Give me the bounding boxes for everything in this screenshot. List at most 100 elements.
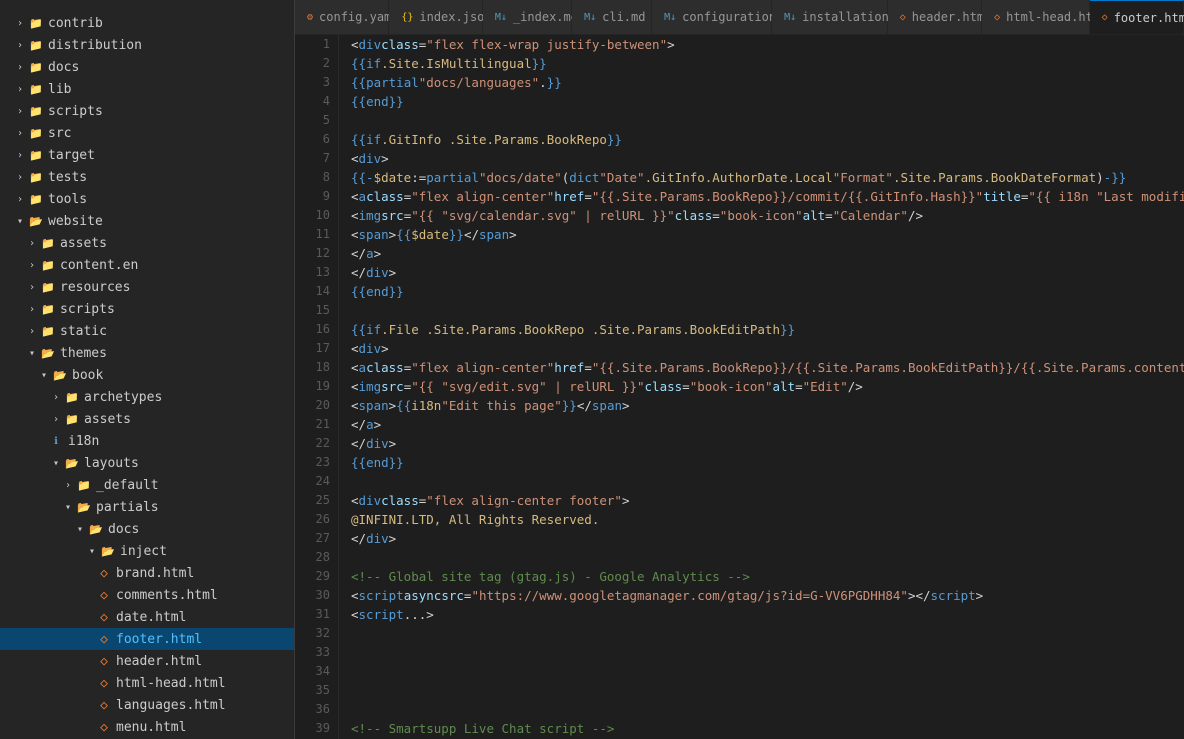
line-number: 23 <box>295 453 330 472</box>
item-label: website <box>48 214 103 229</box>
item-label: html-head.html <box>116 676 226 691</box>
item-label: scripts <box>60 302 115 317</box>
tabs-bar[interactable]: ⚙config.yaml×{}index.json×M↓_index.md×M↓… <box>295 0 1184 35</box>
code-line: {{ partial "docs/languages" . }} <box>351 73 1184 92</box>
item-label: resources <box>60 280 130 295</box>
sidebar-item-target[interactable]: target <box>0 144 294 166</box>
code-line <box>351 662 1184 681</box>
tree-arrow <box>12 15 28 31</box>
line-number: 27 <box>295 529 330 548</box>
sidebar-item-inject[interactable]: inject <box>0 540 294 562</box>
code-editor[interactable]: 1234567891011121314151617181920212223242… <box>295 35 1184 739</box>
item-label: languages.html <box>116 698 226 713</box>
sidebar-item-archetypes[interactable]: archetypes <box>0 386 294 408</box>
file-icon <box>96 631 112 647</box>
code-line: <span>{{ $date }}</span> <box>351 225 1184 244</box>
tab-icon: {} <box>401 12 413 23</box>
sidebar-item-header.html[interactable]: header.html <box>0 650 294 672</box>
line-number: 31 <box>295 605 330 624</box>
tree-arrow <box>12 103 28 119</box>
tree-arrow <box>12 191 28 207</box>
code-line <box>351 548 1184 567</box>
line-number: 6 <box>295 130 330 149</box>
code-line: @INFINI.LTD, All Rights Reserved. <box>351 510 1184 529</box>
tab-index.json[interactable]: {}index.json× <box>389 0 483 34</box>
sidebar-item-date.html[interactable]: date.html <box>0 606 294 628</box>
code-line: </div> <box>351 529 1184 548</box>
tree-arrow <box>84 543 100 559</box>
tab-html-head.html[interactable]: ◇html-head.html× <box>982 0 1090 34</box>
file-icon <box>96 565 112 581</box>
sidebar-item-website[interactable]: website <box>0 210 294 232</box>
sidebar-item-partials[interactable]: partials <box>0 496 294 518</box>
sidebar-item-scripts2[interactable]: scripts <box>0 298 294 320</box>
code-line <box>351 472 1184 491</box>
sidebar-item-docs2[interactable]: docs <box>0 518 294 540</box>
sidebar-item-menu.html[interactable]: menu.html <box>0 716 294 738</box>
tab-installation.md[interactable]: M↓installation.md× <box>772 0 888 34</box>
sidebar-item-book[interactable]: book <box>0 364 294 386</box>
code-line: <script...> <box>351 605 1184 624</box>
item-label: date.html <box>116 610 186 625</box>
sidebar-item-distribution[interactable]: distribution <box>0 34 294 56</box>
tab-icon: ◇ <box>1102 12 1108 23</box>
tree-arrow <box>48 411 64 427</box>
sidebar-item-comments.html[interactable]: comments.html <box>0 584 294 606</box>
code-content[interactable]: <div class="flex flex-wrap justify-betwe… <box>339 35 1184 739</box>
tree-arrow <box>24 235 40 251</box>
tab-cli.md[interactable]: M↓cli.md× <box>572 0 652 34</box>
tab-label: _index.md <box>513 10 578 24</box>
item-label: static <box>60 324 107 339</box>
tree-arrow <box>48 389 64 405</box>
sidebar-item-layouts[interactable]: layouts <box>0 452 294 474</box>
sidebar-item-src[interactable]: src <box>0 122 294 144</box>
file-icon <box>28 59 44 75</box>
tab-_index.md[interactable]: M↓_index.md× <box>483 0 572 34</box>
item-label: contrib <box>48 16 103 31</box>
sidebar-item-docs[interactable]: docs <box>0 56 294 78</box>
tab-config.yaml[interactable]: ⚙config.yaml× <box>295 0 389 34</box>
tab-footer.html[interactable]: ◇footer.html× <box>1090 0 1184 34</box>
file-icon <box>28 125 44 141</box>
file-icon <box>40 257 56 273</box>
tree-arrow <box>48 455 64 471</box>
line-number: 3 <box>295 73 330 92</box>
sidebar-item-assets[interactable]: assets <box>0 232 294 254</box>
code-line <box>351 301 1184 320</box>
sidebar-item-brand.html[interactable]: brand.html <box>0 562 294 584</box>
sidebar-item-static[interactable]: static <box>0 320 294 342</box>
file-explorer[interactable]: contribdistributiondocslibscriptssrctarg… <box>0 0 295 739</box>
sidebar-item-lib[interactable]: lib <box>0 78 294 100</box>
tree-arrow <box>12 213 28 229</box>
tree-arrow <box>36 367 52 383</box>
tab-configuration.md[interactable]: M↓configuration.md× <box>652 0 772 34</box>
sidebar-item-assets2[interactable]: assets <box>0 408 294 430</box>
file-icon <box>96 719 112 735</box>
tab-header.html[interactable]: ◇header.html× <box>888 0 982 34</box>
sidebar-item-scripts[interactable]: scripts <box>0 100 294 122</box>
code-line <box>351 643 1184 662</box>
sidebar-item-content.en[interactable]: content.en <box>0 254 294 276</box>
sidebar-item-resources[interactable]: resources <box>0 276 294 298</box>
tab-icon: ◇ <box>900 12 906 23</box>
line-number: 18 <box>295 358 330 377</box>
code-line: {{ if .GitInfo .Site.Params.BookRepo }} <box>351 130 1184 149</box>
line-number: 8 <box>295 168 330 187</box>
sidebar-item-themes[interactable]: themes <box>0 342 294 364</box>
sidebar-item-languages.html[interactable]: languages.html <box>0 694 294 716</box>
item-label: archetypes <box>84 390 162 405</box>
sidebar-item-contrib[interactable]: contrib <box>0 12 294 34</box>
sidebar-item-tools[interactable]: tools <box>0 188 294 210</box>
code-line: {{- $date := partial "docs/date" (dict "… <box>351 168 1184 187</box>
file-icon <box>100 543 116 559</box>
file-icon <box>64 389 80 405</box>
sidebar-item-html-head.html[interactable]: html-head.html <box>0 672 294 694</box>
line-number: 4 <box>295 92 330 111</box>
sidebar-item-footer.html[interactable]: footer.html <box>0 628 294 650</box>
sidebar-item-tests[interactable]: tests <box>0 166 294 188</box>
sidebar-item-i18n[interactable]: ℹi18n <box>0 430 294 452</box>
sidebar-item-_default[interactable]: _default <box>0 474 294 496</box>
tree-arrow <box>12 81 28 97</box>
line-number: 35 <box>295 681 330 700</box>
tree-arrow <box>24 345 40 361</box>
